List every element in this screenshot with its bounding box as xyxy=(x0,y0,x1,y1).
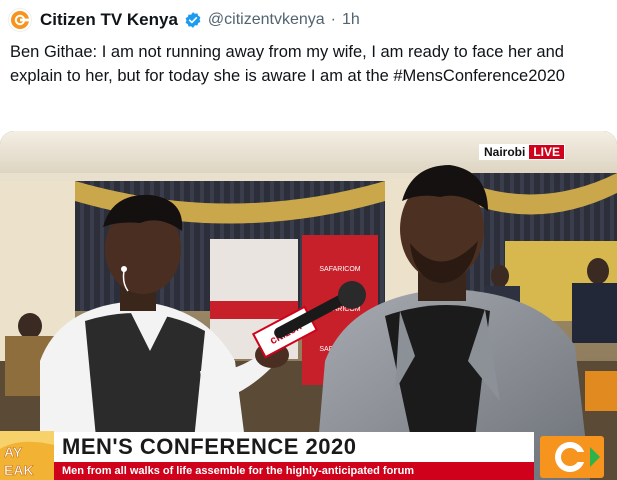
live-badge: Nairobi LIVE xyxy=(479,144,566,160)
timestamp[interactable]: 1h xyxy=(342,11,360,29)
citizen-channel-logo-icon xyxy=(540,436,604,478)
lower-third-banner: MEN'S CONFERENCE 2020 Men from all walks… xyxy=(54,432,534,480)
verified-badge-icon xyxy=(184,11,202,29)
banner-subtitle: Men from all walks of life assemble for … xyxy=(54,462,534,480)
live-city: Nairobi xyxy=(480,145,530,159)
display-name[interactable]: Citizen TV Kenya xyxy=(40,10,178,30)
show-logo: AY EAK xyxy=(0,431,54,480)
separator-dot: · xyxy=(330,11,336,28)
video-frame: SAFARICOM SAFARICOM SAFARICOM xyxy=(0,131,617,480)
banner-brand-text: SAFARICOM xyxy=(319,266,360,273)
citizen-logo-icon xyxy=(11,11,29,29)
handle[interactable]: @citizentvkenya xyxy=(208,11,325,29)
tweet-card[interactable]: Citizen TV Kenya @citizentvkenya · 1h Be… xyxy=(0,0,617,480)
tweet-header: Citizen TV Kenya @citizentvkenya · 1h xyxy=(8,6,360,34)
banner-title: MEN'S CONFERENCE 2020 xyxy=(54,432,534,462)
tweet-text: Ben Githae: I am not running away from m… xyxy=(10,43,565,85)
svg-text:EAK: EAK xyxy=(4,462,34,478)
live-label: LIVE xyxy=(529,145,565,159)
video-media[interactable]: SAFARICOM SAFARICOM SAFARICOM xyxy=(0,131,617,480)
svg-text:AY: AY xyxy=(4,444,23,460)
avatar[interactable] xyxy=(8,8,32,32)
